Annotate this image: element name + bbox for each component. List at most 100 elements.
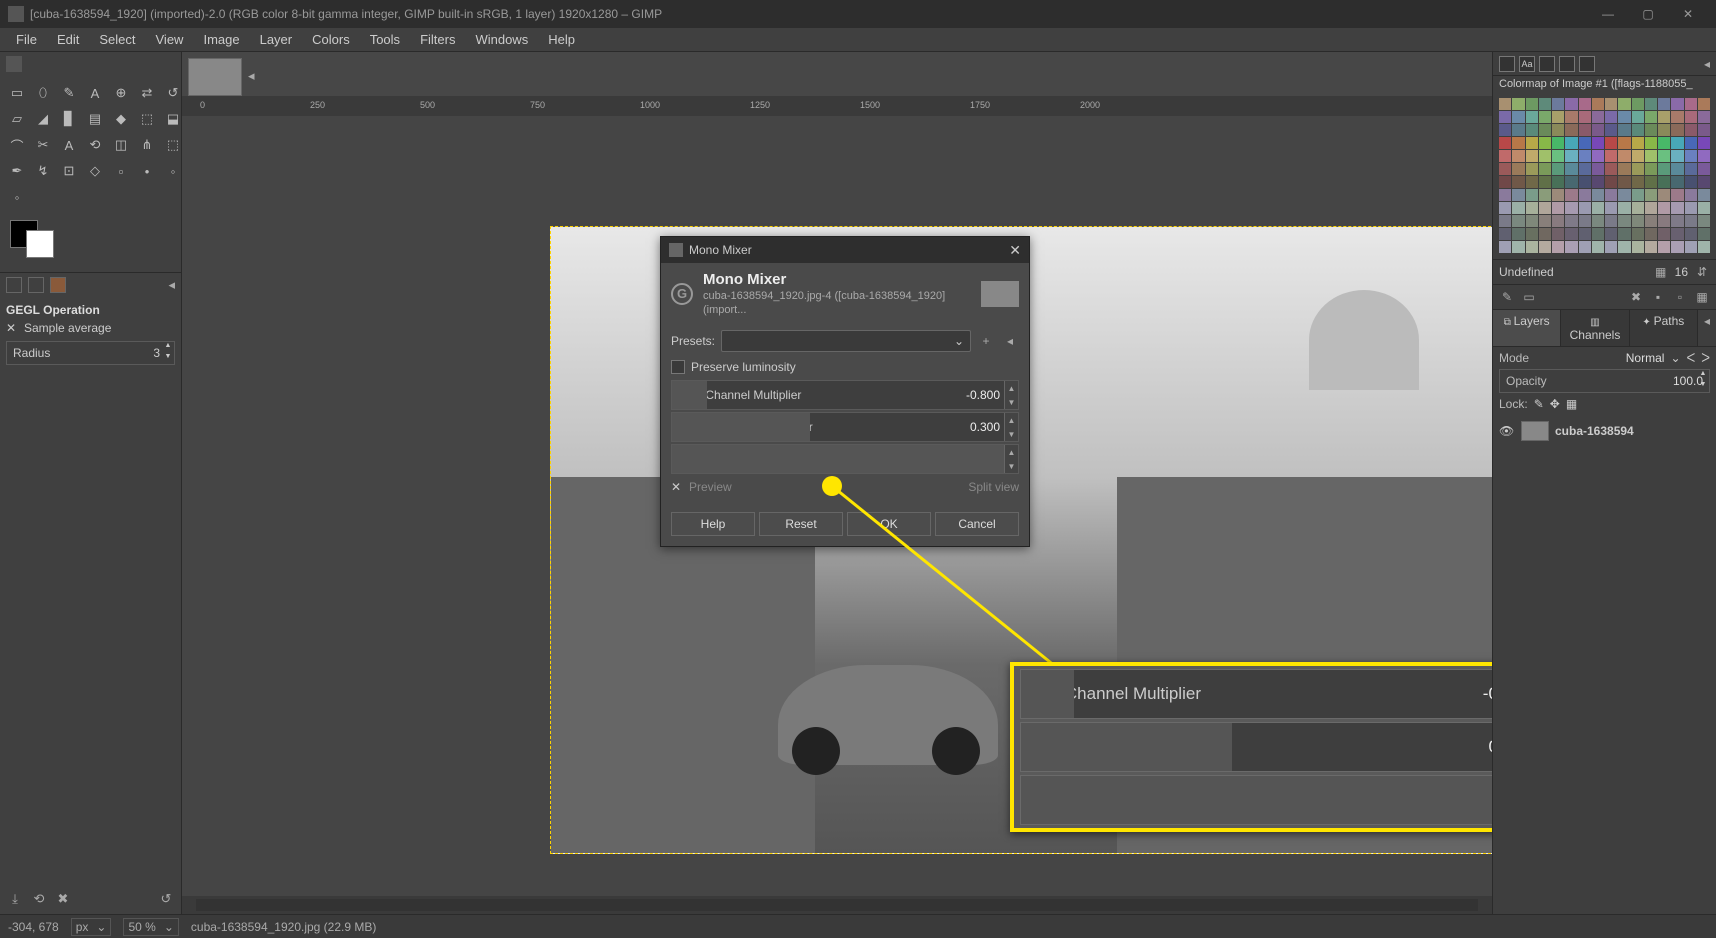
colormap-cell[interactable] <box>1499 98 1511 110</box>
colormap-cell[interactable] <box>1526 150 1538 162</box>
tool-5[interactable]: ⇄ <box>136 82 158 104</box>
spin-down-icon[interactable]: ▼ <box>1004 395 1018 409</box>
menu-select[interactable]: Select <box>89 29 145 50</box>
colormap-cell[interactable] <box>1579 189 1591 201</box>
colormap-cell[interactable] <box>1632 137 1644 149</box>
colormap-cell[interactable] <box>1579 228 1591 240</box>
opacity-down-icon[interactable]: ▼ <box>1697 381 1709 392</box>
colormap-cell[interactable] <box>1499 150 1511 162</box>
add-color-icon[interactable]: ▭ <box>1521 289 1537 305</box>
colormap-cell[interactable] <box>1499 111 1511 123</box>
colormap-cell[interactable] <box>1671 163 1683 175</box>
colormap-cell[interactable] <box>1632 150 1644 162</box>
colormap-cell[interactable] <box>1499 215 1511 227</box>
tool-19[interactable]: ⋔ <box>136 134 158 156</box>
histogram-icon[interactable] <box>1539 56 1555 72</box>
colormap-cell[interactable] <box>1526 137 1538 149</box>
close-button[interactable]: ✕ <box>1668 0 1708 28</box>
colormap-cell[interactable] <box>1592 163 1604 175</box>
tool-13[interactable]: ⬓ <box>162 108 184 130</box>
colormap-cell[interactable] <box>1645 176 1657 188</box>
tool-18[interactable]: ◫ <box>110 134 132 156</box>
colormap-cell[interactable] <box>1592 241 1604 253</box>
colormap-cell[interactable] <box>1605 150 1617 162</box>
tool-21[interactable]: ✒ <box>6 160 28 182</box>
slider-value[interactable]: 0.300 <box>970 420 1000 434</box>
colormap-cell[interactable] <box>1618 137 1630 149</box>
colormap-cell[interactable] <box>1698 111 1710 123</box>
colormap-cell[interactable] <box>1539 111 1551 123</box>
colormap-cell[interactable] <box>1645 202 1657 214</box>
colormap-cell[interactable] <box>1658 176 1670 188</box>
colormap-cell[interactable] <box>1671 111 1683 123</box>
tool-11[interactable]: ◆ <box>110 108 132 130</box>
colormap-cell[interactable] <box>1658 124 1670 136</box>
colormap-cell[interactable] <box>1685 202 1697 214</box>
reset-button[interactable]: Reset <box>759 512 843 536</box>
presets-dropdown[interactable]: ⌄ <box>721 330 971 352</box>
colormap-cell[interactable] <box>1592 150 1604 162</box>
grid-view-icon[interactable]: ▦ <box>1694 289 1710 305</box>
edit-color-icon[interactable]: ✎ <box>1499 289 1515 305</box>
spin-down-icon[interactable]: ▼ <box>1004 459 1018 473</box>
colormap-cell[interactable] <box>1499 189 1511 201</box>
brush-editor-icon[interactable] <box>1499 56 1515 72</box>
tool-4[interactable]: ⊕ <box>110 82 132 104</box>
layer-name[interactable]: cuba-1638594 <box>1555 424 1634 438</box>
colormap-cell[interactable] <box>1565 111 1577 123</box>
colormap-cell[interactable] <box>1658 189 1670 201</box>
colormap-cell[interactable] <box>1539 163 1551 175</box>
tool-17[interactable]: ⟲ <box>84 134 106 156</box>
colormap-cell[interactable] <box>1685 241 1697 253</box>
colormap-cell[interactable] <box>1698 163 1710 175</box>
menu-file[interactable]: File <box>6 29 47 50</box>
fg-bg-swatches[interactable] <box>0 214 181 264</box>
tool-15[interactable]: ✂ <box>32 134 54 156</box>
colormap-cell[interactable] <box>1618 228 1630 240</box>
colormap-cell[interactable] <box>1605 202 1617 214</box>
menu-help[interactable]: Help <box>538 29 585 50</box>
colormap-cell[interactable] <box>1698 137 1710 149</box>
colormap-cell[interactable] <box>1632 176 1644 188</box>
tool-16[interactable]: A <box>58 134 80 156</box>
colormap-cell[interactable] <box>1512 163 1524 175</box>
preset-menu-icon[interactable]: ◂ <box>1001 332 1019 350</box>
colormap-cell[interactable] <box>1605 176 1617 188</box>
lock-paint-icon[interactable]: ✎ <box>1534 397 1544 411</box>
colormap-cell[interactable] <box>1685 137 1697 149</box>
preserve-luminosity-checkbox[interactable] <box>671 360 685 374</box>
colormap-cell[interactable] <box>1526 202 1538 214</box>
colormap-cell[interactable] <box>1592 111 1604 123</box>
colormap-cell[interactable] <box>1552 111 1564 123</box>
colormap-cell[interactable] <box>1592 137 1604 149</box>
options-tab-icon[interactable] <box>6 277 22 293</box>
colormap-cell[interactable] <box>1645 228 1657 240</box>
colormap-cell[interactable] <box>1526 163 1538 175</box>
opacity-up-icon[interactable]: ▲ <box>1697 370 1709 381</box>
colormap-cell[interactable] <box>1618 189 1630 201</box>
tool-12[interactable]: ⬚ <box>136 108 158 130</box>
spin-down-icon[interactable]: ▼ <box>1004 427 1018 441</box>
colormap-cell[interactable] <box>1632 163 1644 175</box>
colormap-cell[interactable] <box>1579 137 1591 149</box>
toolbox-tab-icon[interactable] <box>6 56 22 72</box>
colormap-cell[interactable] <box>1565 202 1577 214</box>
colormap-cell[interactable] <box>1658 202 1670 214</box>
channel-slider[interactable]: Blue Channel Multiplier 1.500 ▲▼ <box>671 444 1019 474</box>
colormap-cell[interactable] <box>1685 189 1697 201</box>
colormap-cell[interactable] <box>1579 176 1591 188</box>
menu-image[interactable]: Image <box>193 29 249 50</box>
colormap-cell[interactable] <box>1592 176 1604 188</box>
spin-up-icon[interactable]: ▲ <box>1004 381 1018 395</box>
colormap-cell[interactable] <box>1605 137 1617 149</box>
colormap-cell[interactable] <box>1632 189 1644 201</box>
dialog-close-button[interactable]: ✕ <box>1009 242 1021 259</box>
colormap-cell[interactable] <box>1512 241 1524 253</box>
colormap-grid[interactable] <box>1499 98 1710 253</box>
colormap-cell[interactable] <box>1592 189 1604 201</box>
colormap-cell[interactable] <box>1499 163 1511 175</box>
colormap-cell[interactable] <box>1658 111 1670 123</box>
colormap-cell[interactable] <box>1512 124 1524 136</box>
colormap-cell[interactable] <box>1698 228 1710 240</box>
mode-prev-icon[interactable]: ᐸ <box>1687 351 1696 365</box>
